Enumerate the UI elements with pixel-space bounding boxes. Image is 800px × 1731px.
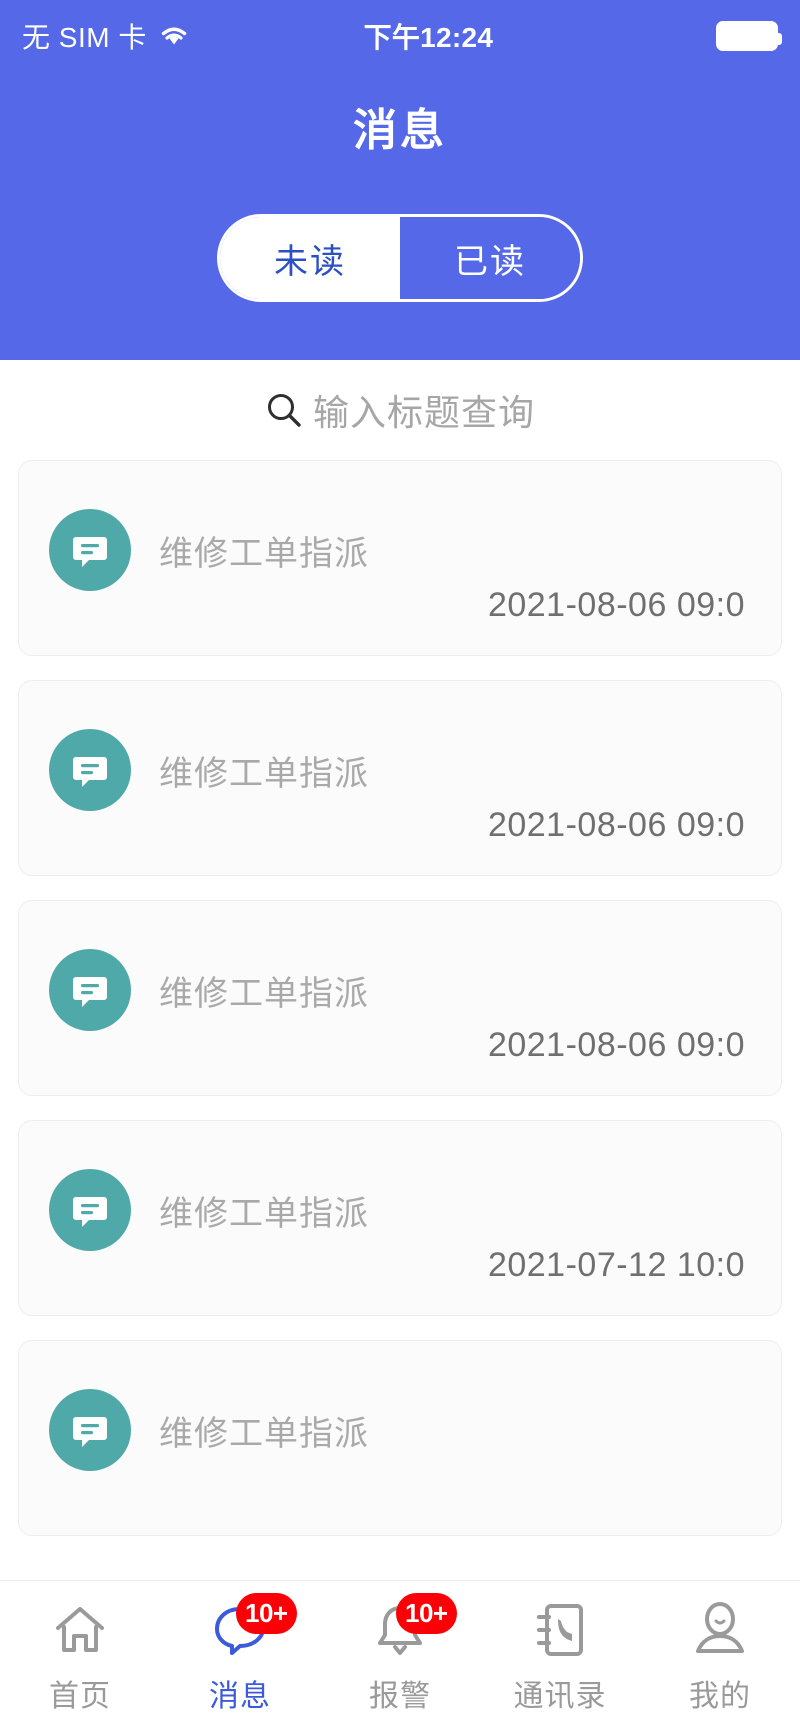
tab-label-profile: 我的	[689, 1680, 751, 1713]
tab-home[interactable]: 首页	[0, 1597, 160, 1715]
message-bubble-icon	[49, 1389, 131, 1471]
page-title: 消息	[353, 106, 447, 155]
message-bubble-icon	[49, 949, 131, 1031]
message-title: 维修工单指派	[159, 974, 369, 1013]
tab-label-alarm: 报警	[369, 1680, 431, 1713]
search-icon	[265, 391, 303, 429]
tab-label-home: 首页	[49, 1680, 111, 1713]
contacts-icon	[527, 1597, 593, 1663]
message-title: 维修工单指派	[159, 1194, 369, 1233]
message-row-top: 维修工单指派	[49, 1341, 751, 1471]
message-title: 维修工单指派	[159, 1414, 369, 1453]
tab-label-contacts: 通讯录	[513, 1680, 607, 1713]
tab-profile[interactable]: 我的	[640, 1597, 800, 1715]
message-list-item[interactable]: 维修工单指派 2021-08-06 09:0	[18, 680, 782, 876]
message-list-item[interactable]: 维修工单指派 2021-08-06 09:0	[18, 460, 782, 656]
message-timestamp: 2021-07-12 10:0	[487, 1246, 745, 1284]
messages-badge: 10+	[236, 1593, 297, 1634]
segmented-control-wrapper: 未读 已读	[0, 214, 800, 302]
tab-alarm[interactable]: 10+ 报警	[320, 1593, 480, 1715]
tab-contacts[interactable]: 通讯录	[480, 1597, 640, 1715]
tab-label-messages: 消息	[209, 1680, 271, 1713]
status-bar-right	[668, 21, 782, 51]
message-title: 维修工单指派	[159, 534, 369, 573]
battery-full-icon	[716, 21, 782, 51]
tab-messages[interactable]: 10+ 消息	[160, 1593, 320, 1715]
home-icon	[47, 1597, 113, 1663]
message-title: 维修工单指派	[159, 754, 369, 793]
message-row-top: 维修工单指派	[49, 681, 751, 811]
alarm-badge: 10+	[396, 1593, 457, 1634]
tab-read[interactable]: 已读	[400, 217, 580, 299]
message-list-item[interactable]: 维修工单指派 2021-07-12 10:0	[18, 1120, 782, 1316]
person-icon	[687, 1597, 753, 1663]
message-bubble-icon	[49, 729, 131, 811]
wifi-icon	[159, 24, 189, 48]
bottom-navigation: 首页 10+ 消息 10+ 报警 通讯录 我的	[0, 1580, 800, 1731]
search-bar[interactable]: 输入标题查询	[0, 360, 800, 460]
app-header: 无 SIM 卡 下午12:24 消息 未读 已读	[0, 0, 800, 360]
tab-unread[interactable]: 未读	[220, 217, 400, 299]
message-row-top: 维修工单指派	[49, 461, 751, 591]
message-list[interactable]: 维修工单指派 2021-08-06 09:0 维修工单指派 2021-08-06…	[0, 460, 800, 1630]
message-list-item[interactable]: 维修工单指派	[18, 1340, 782, 1536]
message-bubble-icon	[49, 509, 131, 591]
carrier-label: 无 SIM 卡	[22, 22, 147, 53]
message-timestamp: 2021-08-06 09:0	[487, 586, 745, 624]
status-bar-left: 无 SIM 卡	[22, 16, 189, 56]
message-timestamp: 2021-08-06 09:0	[487, 1026, 745, 1064]
message-timestamp: 2021-08-06 09:0	[487, 806, 745, 844]
message-bubble-icon	[49, 1169, 131, 1251]
status-bar: 无 SIM 卡 下午12:24	[0, 0, 800, 72]
segmented-control: 未读 已读	[217, 214, 583, 302]
status-bar-clock: 下午12:24	[363, 22, 494, 53]
search-input[interactable]: 输入标题查询	[313, 384, 535, 436]
message-row-top: 维修工单指派	[49, 1121, 751, 1251]
message-row-top: 维修工单指派	[49, 901, 751, 1031]
message-list-item[interactable]: 维修工单指派 2021-08-06 09:0	[18, 900, 782, 1096]
